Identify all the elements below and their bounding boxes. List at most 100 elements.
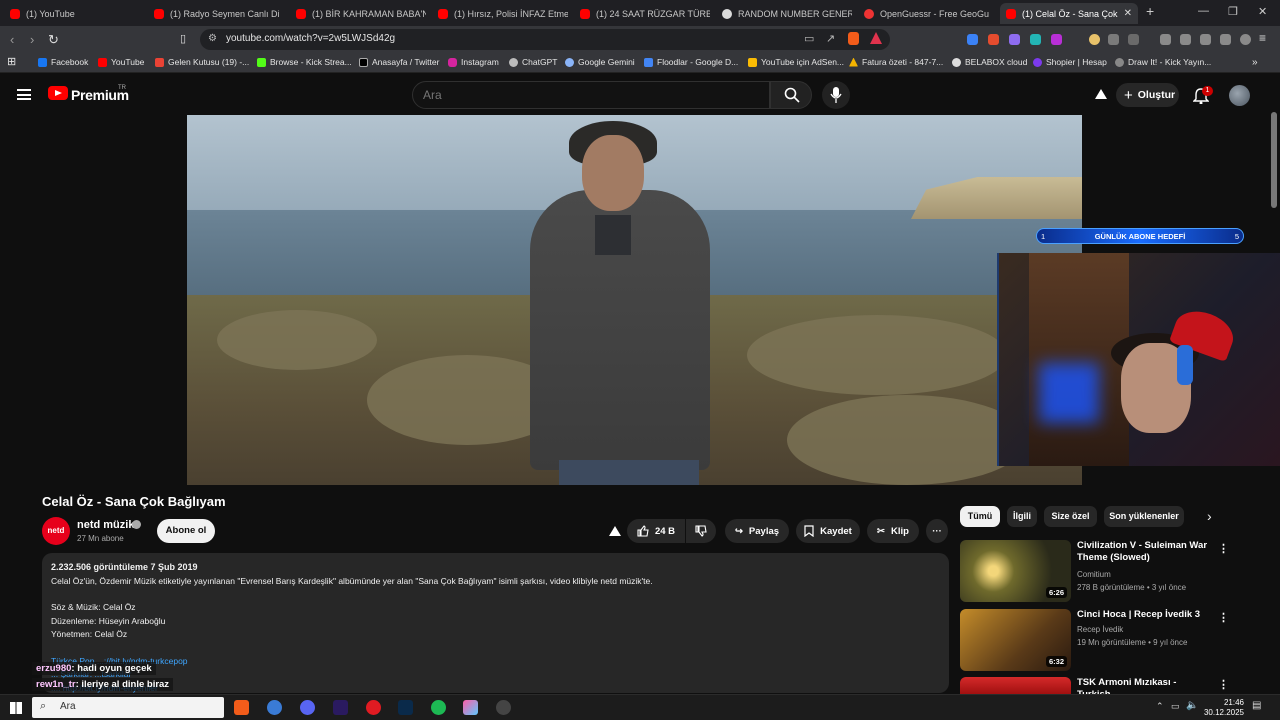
app-taskbar-icon[interactable] <box>267 700 282 715</box>
opera-taskbar-icon[interactable] <box>366 700 381 715</box>
brave-taskbar-icon[interactable] <box>234 700 249 715</box>
dislike-button[interactable] <box>686 519 716 543</box>
browser-tab-active[interactable]: (1) Celal Öz - Sana Çok ✕ <box>1000 3 1138 24</box>
browser-menu-icon[interactable]: ≡ <box>1259 31 1266 45</box>
close-window-icon[interactable]: ✕ <box>1258 5 1267 18</box>
bookmark-item[interactable]: Floodlar - Google D... <box>644 57 738 67</box>
more-vertical-icon[interactable]: ⋮ <box>1218 542 1229 555</box>
search-button[interactable] <box>770 81 812 109</box>
bookmark-item[interactable]: YouTube için AdSen... <box>748 57 844 67</box>
recommendation-channel[interactable]: Recep İvedik <box>1077 625 1123 634</box>
extensions-puzzle-icon[interactable] <box>1108 34 1119 45</box>
chip-recent-uploads[interactable]: Son yüklenenler <box>1104 506 1184 527</box>
create-clip-icon[interactable] <box>1093 87 1109 103</box>
extension-icon[interactable] <box>1128 34 1139 45</box>
recommendation-title[interactable]: Cinci Hoca | Recep İvedik 3 <box>1077 609 1212 621</box>
search-input[interactable] <box>423 88 753 102</box>
browser-tab[interactable]: RANDOM NUMBER GENERATO <box>716 3 852 24</box>
bookmark-item[interactable]: YouTube <box>98 57 144 67</box>
brave-shield-icon[interactable] <box>848 32 859 45</box>
recommendation-channel[interactable]: Comitium <box>1077 570 1111 579</box>
browser-tab[interactable]: (1) BİR KAHRAMAN BABA'NIN <box>290 3 426 24</box>
leo-ai-icon[interactable] <box>1220 34 1231 45</box>
notification-center-icon[interactable]: ▤ <box>1252 700 1261 711</box>
recommendation-thumbnail[interactable]: 6:26 <box>960 540 1071 602</box>
brave-rewards-icon[interactable] <box>870 32 882 44</box>
app-taskbar-icon[interactable] <box>463 700 478 715</box>
share-button[interactable]: ↪ Paylaş <box>725 519 789 543</box>
extension-icon[interactable] <box>988 34 999 45</box>
bookmark-item[interactable]: Draw It! - Kick Yayın... <box>1115 57 1211 67</box>
close-tab-icon[interactable]: ✕ <box>1124 8 1132 19</box>
extension-icon[interactable] <box>1009 34 1020 45</box>
spotify-taskbar-icon[interactable] <box>431 700 446 715</box>
bookmark-icon[interactable]: ▯ <box>180 32 186 45</box>
description-link[interactable]: Türkçe Pop ...://bit.ly/ndm-turkcepop <box>51 655 940 669</box>
bookmark-item[interactable]: BELABOX cloud <box>952 57 1027 67</box>
apps-grid-icon[interactable]: ⊞ <box>7 55 16 68</box>
minimize-icon[interactable]: — <box>1198 5 1209 17</box>
ask-ai-icon[interactable] <box>608 525 622 539</box>
more-vertical-icon[interactable]: ⋮ <box>1218 611 1229 624</box>
save-button[interactable]: Kaydet <box>796 519 860 543</box>
hamburger-menu-icon[interactable] <box>17 89 31 100</box>
bookmark-item[interactable]: Google Gemini <box>565 57 635 67</box>
obs-taskbar-icon[interactable] <box>496 700 511 715</box>
browser-tab[interactable]: OpenGuessr - Free GeoGu <box>858 3 994 24</box>
more-bookmarks-icon[interactable]: » <box>1252 57 1258 68</box>
bookmark-item[interactable]: Anasayfa / Twitter <box>359 57 439 67</box>
bookmark-item[interactable]: Gelen Kutusu (19) -... <box>155 57 249 67</box>
back-icon[interactable]: ‹ <box>10 32 14 47</box>
windows-start-icon[interactable] <box>10 702 22 714</box>
subscribe-button[interactable]: Abone ol <box>157 519 215 543</box>
bookmark-item[interactable]: ChatGPT <box>509 57 557 67</box>
url-field[interactable]: ⚙ youtube.com/watch?v=2w5LWJSd42g ▭ ↗ <box>200 29 890 50</box>
photoshop-taskbar-icon[interactable] <box>398 700 413 715</box>
taskbar-search[interactable]: ⌕ Ara <box>32 697 224 718</box>
channel-avatar[interactable]: netd <box>42 517 70 545</box>
more-actions-button[interactable]: ··· <box>926 519 948 543</box>
clip-button[interactable]: ✂ Klip <box>867 519 919 543</box>
voice-search-button[interactable] <box>822 81 850 109</box>
channel-name[interactable]: netd müzik <box>77 519 134 531</box>
site-info-icon[interactable]: ⚙ <box>208 33 217 44</box>
forward-icon[interactable]: › <box>30 32 34 47</box>
wallet-icon[interactable] <box>1200 34 1211 45</box>
browser-tab[interactable]: (1) YouTube <box>4 3 144 24</box>
recommendation-thumbnail[interactable] <box>960 677 1071 694</box>
bookmark-item[interactable]: Browse - Kick Strea... <box>257 57 352 67</box>
chip-related[interactable]: İlgili <box>1007 506 1037 527</box>
discord-taskbar-icon[interactable] <box>300 700 315 715</box>
chip-for-you[interactable]: Size özel <box>1044 506 1097 527</box>
volume-icon[interactable]: 🔈 <box>1186 700 1198 711</box>
bookmark-item[interactable]: Instagram <box>448 57 499 67</box>
extension-icon[interactable] <box>1051 34 1062 45</box>
vpn-icon[interactable] <box>1240 34 1251 45</box>
youtube-logo-icon[interactable] <box>48 86 68 100</box>
account-avatar[interactable] <box>1229 85 1250 106</box>
cast-icon[interactable]: ▭ <box>804 32 814 45</box>
recommendation-title[interactable]: Civilization V - Suleiman War Theme (Slo… <box>1077 540 1212 564</box>
extension-icon[interactable] <box>1089 34 1100 45</box>
bookmark-item[interactable]: Fatura özeti - 847-7... <box>849 57 943 67</box>
extension-icon[interactable] <box>967 34 978 45</box>
chips-next-icon[interactable]: › <box>1207 508 1212 524</box>
page-scrollbar[interactable] <box>1271 112 1277 208</box>
browser-tab[interactable]: (1) 24 SAAT RÜZGAR TÜRBİNİ <box>574 3 710 24</box>
extension-icon[interactable] <box>1030 34 1041 45</box>
bookmark-item[interactable]: Shopier | Hesap <box>1033 57 1107 67</box>
taskbar-clock[interactable]: 21:46 30.12.2025 <box>1198 698 1244 718</box>
premiere-taskbar-icon[interactable] <box>333 700 348 715</box>
network-icon[interactable]: ▭ <box>1171 701 1180 712</box>
video-player[interactable] <box>187 115 1082 485</box>
browser-tab[interactable]: (1) Radyo Seymen Canlı Di <box>148 3 284 24</box>
more-vertical-icon[interactable]: ⋮ <box>1218 678 1229 691</box>
description-link[interactable]: ... Şarkılar: ...tsarkilar <box>51 668 940 682</box>
media-control-icon[interactable] <box>1160 34 1171 45</box>
bookmark-item[interactable]: Facebook <box>38 57 88 67</box>
new-tab-icon[interactable]: + <box>1146 3 1154 19</box>
chip-all[interactable]: Tümü <box>960 506 1000 527</box>
sidebar-icon[interactable] <box>1180 34 1191 45</box>
like-button[interactable]: 24 B <box>627 519 685 543</box>
share-page-icon[interactable]: ↗ <box>826 32 835 45</box>
